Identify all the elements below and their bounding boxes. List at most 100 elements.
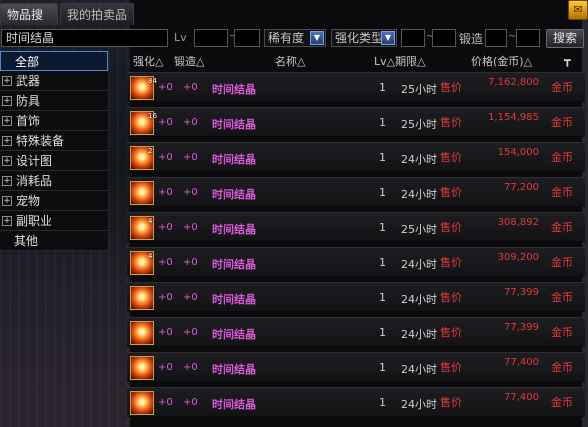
header-price[interactable]: 价格(金币)△	[471, 53, 532, 69]
table-row[interactable]: 84 +0 +0 时间结晶 1 25小时 售价 7,162,800 金币	[127, 72, 585, 102]
stack-count-badge: 4	[148, 252, 153, 260]
enhance-value: +0	[158, 152, 173, 163]
expand-icon[interactable]: +	[2, 76, 12, 86]
enhance-value: +0	[158, 222, 173, 233]
forge-value: +0	[183, 397, 198, 408]
enhance-type-select[interactable]: 强化类型 ▼	[331, 29, 397, 47]
lv-label: Lv	[174, 31, 187, 44]
sidebar-item[interactable]: + 武器	[0, 71, 108, 91]
price-unit: 金币	[551, 186, 573, 199]
table-row[interactable]: +0 +0 时间结晶 1 24小时 售价 77,399 金币	[127, 282, 585, 312]
forge-value: +0	[183, 152, 198, 163]
sidebar-item[interactable]: 其他	[0, 231, 108, 251]
category-sidebar: 全部 + 武器 + 防具 + 首饰 + 特殊装备 + 设计图 + 消耗品 + 宠物 + 副职业 其他	[0, 51, 108, 251]
sidebar-item[interactable]: + 设计图	[0, 151, 108, 171]
expand-icon[interactable]: +	[2, 116, 12, 126]
enhance-value: +0	[158, 397, 173, 408]
forge-value: +0	[183, 257, 198, 268]
lv-max-input[interactable]	[234, 29, 260, 47]
search-input[interactable]: 时间结晶	[1, 29, 168, 47]
price-label: 售价	[440, 256, 462, 269]
header-enhance[interactable]: 强化△	[133, 53, 163, 69]
item-name: 时间结晶	[212, 223, 256, 236]
time-crystal-icon	[130, 181, 154, 205]
table-header: 强化△ 锻造△ 名称△ Lv△期限△ 价格(金币)△ ┳	[127, 51, 585, 69]
time-crystal-icon	[130, 321, 154, 345]
pin-icon[interactable]: ┳	[564, 54, 571, 67]
sidebar-item-label: 其他	[14, 234, 39, 248]
sidebar-item[interactable]: + 宠物	[0, 191, 108, 211]
sidebar-item-label: 全部	[15, 55, 40, 69]
expand-icon[interactable]: +	[2, 196, 12, 206]
forge-min-input[interactable]	[485, 29, 507, 47]
expand-icon[interactable]: +	[2, 176, 12, 186]
forge-value: +0	[183, 117, 198, 128]
rarity-select-label: 稀有度	[268, 31, 305, 45]
time-remaining: 25小时	[401, 118, 437, 131]
enhance-value: +0	[158, 292, 173, 303]
lv-min-input[interactable]	[194, 29, 228, 47]
stack-count-badge: 16	[148, 112, 157, 120]
price-unit: 金币	[551, 291, 573, 304]
header-name[interactable]: 名称△	[275, 53, 305, 69]
item-name: 时间结晶	[212, 118, 256, 131]
filter-bar: 时间结晶 Lv ~ 稀有度 ▼ 强化类型 ▼ ~ 锻造 ~ 搜索	[0, 28, 588, 48]
table-row[interactable]: 2 +0 +0 时间结晶 1 24小时 售价 154,000 金币	[127, 142, 585, 172]
table-row[interactable]: 4 +0 +0 时间结晶 1 24小时 售价 309,200 金币	[127, 247, 585, 277]
price-label: 售价	[440, 326, 462, 339]
price-value: 7,162,800	[488, 77, 539, 88]
sidebar-item[interactable]: + 副职业	[0, 211, 108, 231]
price-label: 售价	[440, 221, 462, 234]
price-label: 售价	[440, 361, 462, 374]
expand-icon[interactable]: +	[2, 96, 12, 106]
table-row[interactable]: +0 +0 时间结晶 1 24小时 售价 77,400 金币	[127, 352, 585, 382]
forge-value: +0	[183, 82, 198, 93]
table-row[interactable]: +0 +0 时间结晶 1 24小时 售价 77,399 金币	[127, 317, 585, 347]
item-name: 时间结晶	[212, 83, 256, 96]
item-level: 1	[379, 326, 386, 339]
sidebar-item[interactable]: + 消耗品	[0, 171, 108, 191]
enhance-min-input[interactable]	[401, 29, 425, 47]
price-value: 77,200	[504, 182, 539, 193]
mail-icon[interactable]: ✉	[568, 0, 588, 20]
forge-value: +0	[183, 222, 198, 233]
price-value: 154,000	[497, 147, 539, 158]
table-row[interactable]: +0 +0 时间结晶 1 24小时 售价 77,400 金币	[127, 387, 585, 417]
sidebar-item[interactable]: + 特殊装备	[0, 131, 108, 151]
tab-bar: 物品搜索 我的拍卖品 ✉	[0, 0, 588, 44]
expand-icon[interactable]: +	[2, 216, 12, 226]
price-label: 售价	[440, 396, 462, 409]
price-value: 308,892	[497, 217, 539, 228]
sidebar-item[interactable]: + 防具	[0, 91, 108, 111]
table-row[interactable]: 16 +0 +0 时间结晶 1 25小时 售价 1,154,985 金币	[127, 107, 585, 137]
table-row[interactable]: 4 +0 +0 时间结晶 1 25小时 售价 308,892 金币	[127, 212, 585, 242]
expand-icon[interactable]: +	[2, 156, 12, 166]
tab-item-search[interactable]: 物品搜索	[0, 3, 58, 44]
forge-max-input[interactable]	[516, 29, 540, 47]
item-name: 时间结晶	[212, 258, 256, 271]
price-value: 77,399	[504, 322, 539, 333]
enhance-max-input[interactable]	[432, 29, 456, 47]
tab-my-auctions[interactable]: 我的拍卖品	[60, 3, 134, 25]
header-lv-period[interactable]: Lv△期限△	[374, 53, 426, 69]
price-value: 77,400	[504, 392, 539, 403]
price-label: 售价	[440, 116, 462, 129]
time-remaining: 25小时	[401, 223, 437, 236]
search-button[interactable]: 搜索	[546, 29, 584, 48]
price-unit: 金币	[551, 81, 573, 94]
item-level: 1	[379, 186, 386, 199]
sidebar-item-label: 设计图	[16, 154, 53, 168]
header-forge[interactable]: 锻造△	[174, 53, 204, 69]
time-crystal-icon	[130, 391, 154, 415]
rarity-select[interactable]: 稀有度 ▼	[264, 29, 326, 47]
price-value: 1,154,985	[488, 112, 539, 123]
item-level: 1	[379, 256, 386, 269]
time-remaining: 24小时	[401, 153, 437, 166]
time-crystal-icon: 4	[130, 251, 154, 275]
expand-icon[interactable]: +	[2, 136, 12, 146]
sidebar-item[interactable]: + 首饰	[0, 111, 108, 131]
sidebar-item[interactable]: 全部	[0, 51, 108, 71]
enhance-value: +0	[158, 327, 173, 338]
table-row[interactable]: +0 +0 时间结晶 1 24小时 售价 77,200 金币	[127, 177, 585, 207]
time-remaining: 24小时	[401, 398, 437, 411]
